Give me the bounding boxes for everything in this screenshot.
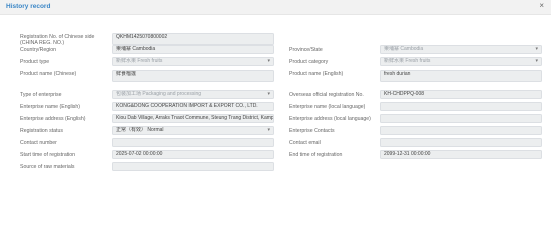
field-value: 新鲜水果 Fresh fruits — [384, 58, 431, 64]
field-value: 鲜食榴莲 — [116, 71, 137, 77]
field-value: 包装加工场 Packaging and processing — [116, 91, 202, 97]
field-label: Registration No. of Chinese side (CHINA … — [20, 34, 95, 46]
registration-no-of-chinese-side-china-reg-no-field[interactable]: QKHM1425070800002 — [112, 33, 274, 45]
field-value: 柬埔寨 Cambodia — [116, 46, 156, 52]
overseas-official-registration-no-field[interactable]: KH-CHDPPQ-008 — [380, 90, 542, 99]
field-value: 2025-07-02 00:00:00 — [116, 151, 163, 157]
chevron-down-icon: ▾ — [267, 127, 270, 133]
start-time-of-registration-field[interactable]: 2025-07-02 00:00:00 — [112, 150, 274, 159]
field-label: Overseas official registration No. — [289, 92, 364, 98]
field-value: QKHM1425070800002 — [116, 34, 168, 40]
type-of-enterprise-select[interactable]: 包装加工场 Packaging and processing ▾ — [112, 90, 274, 99]
field-label: Province/State — [289, 47, 323, 53]
country-region-field[interactable]: 柬埔寨 Cambodia — [112, 45, 274, 54]
field-label: Registration status — [20, 128, 63, 134]
chevron-down-icon: ▾ — [535, 58, 538, 64]
registration-status-select[interactable]: 正常（有效） Normal ▾ — [112, 126, 274, 135]
field-label: Country/Region — [20, 47, 57, 53]
field-label: Contact email — [289, 140, 321, 146]
field-value: KONG&DONG COOPERATION IMPORT & EXPORT CO… — [116, 103, 258, 109]
dialog-title: History record — [6, 3, 51, 10]
field-label: Start time of registration — [20, 152, 76, 158]
field-value: 2099-12-31 00:00:00 — [384, 151, 431, 157]
product-name-english-field[interactable]: fresh durian — [380, 70, 542, 82]
field-value: Kiou Dab Village, Arraks Tnaot Commune, … — [116, 115, 274, 121]
field-label: Type of enterprise — [20, 92, 62, 98]
field-value: 柬埔寨 Cambodia — [384, 46, 424, 52]
enterprise-name-english-field[interactable]: KONG&DONG COOPERATION IMPORT & EXPORT CO… — [112, 102, 274, 111]
field-label: Source of raw materials — [20, 164, 75, 170]
field-label: Enterprise address (local language) — [289, 116, 371, 122]
product-category-select[interactable]: 新鲜水果 Fresh fruits ▾ — [380, 57, 542, 66]
field-value: 正常（有效） Normal — [116, 127, 164, 133]
close-icon[interactable]: × — [539, 2, 544, 10]
chevron-down-icon: ▾ — [535, 46, 538, 52]
field-value: KH-CHDPPQ-008 — [384, 91, 425, 97]
dialog-header: History record × — [0, 0, 551, 15]
product-name-chinese-field[interactable]: 鲜食榴莲 — [112, 70, 274, 82]
contact-number-field[interactable] — [112, 138, 274, 147]
chevron-down-icon: ▾ — [267, 91, 270, 97]
enterprise-contacts-field[interactable] — [380, 126, 542, 135]
field-label: Product name (Chinese) — [20, 71, 77, 77]
province-state-select[interactable]: 柬埔寨 Cambodia ▾ — [380, 45, 542, 54]
field-label: Product type — [20, 59, 50, 65]
contact-email-field[interactable] — [380, 138, 542, 147]
field-label: Enterprise name (English) — [20, 104, 80, 110]
end-time-of-registration-field[interactable]: 2099-12-31 00:00:00 — [380, 150, 542, 159]
field-label: Enterprise Contacts — [289, 128, 335, 134]
field-value: 新鲜水果 Fresh fruits — [116, 58, 163, 64]
field-label: Product name (English) — [289, 71, 344, 77]
field-label: End time of registration — [289, 152, 343, 158]
enterprise-name-local-language-field[interactable] — [380, 102, 542, 111]
field-value: fresh durian — [384, 71, 411, 77]
enterprise-address-local-language-field[interactable] — [380, 114, 542, 123]
enterprise-address-english-field[interactable]: Kiou Dab Village, Arraks Tnaot Commune, … — [112, 114, 274, 123]
chevron-down-icon: ▾ — [267, 58, 270, 64]
product-type-select[interactable]: 新鲜水果 Fresh fruits ▾ — [112, 57, 274, 66]
field-label: Product category — [289, 59, 329, 65]
field-label: Contact number — [20, 140, 57, 146]
source-of-raw-materials-field[interactable] — [112, 162, 274, 171]
field-label: Enterprise name (local language) — [289, 104, 366, 110]
field-label: Enterprise address (English) — [20, 116, 86, 122]
